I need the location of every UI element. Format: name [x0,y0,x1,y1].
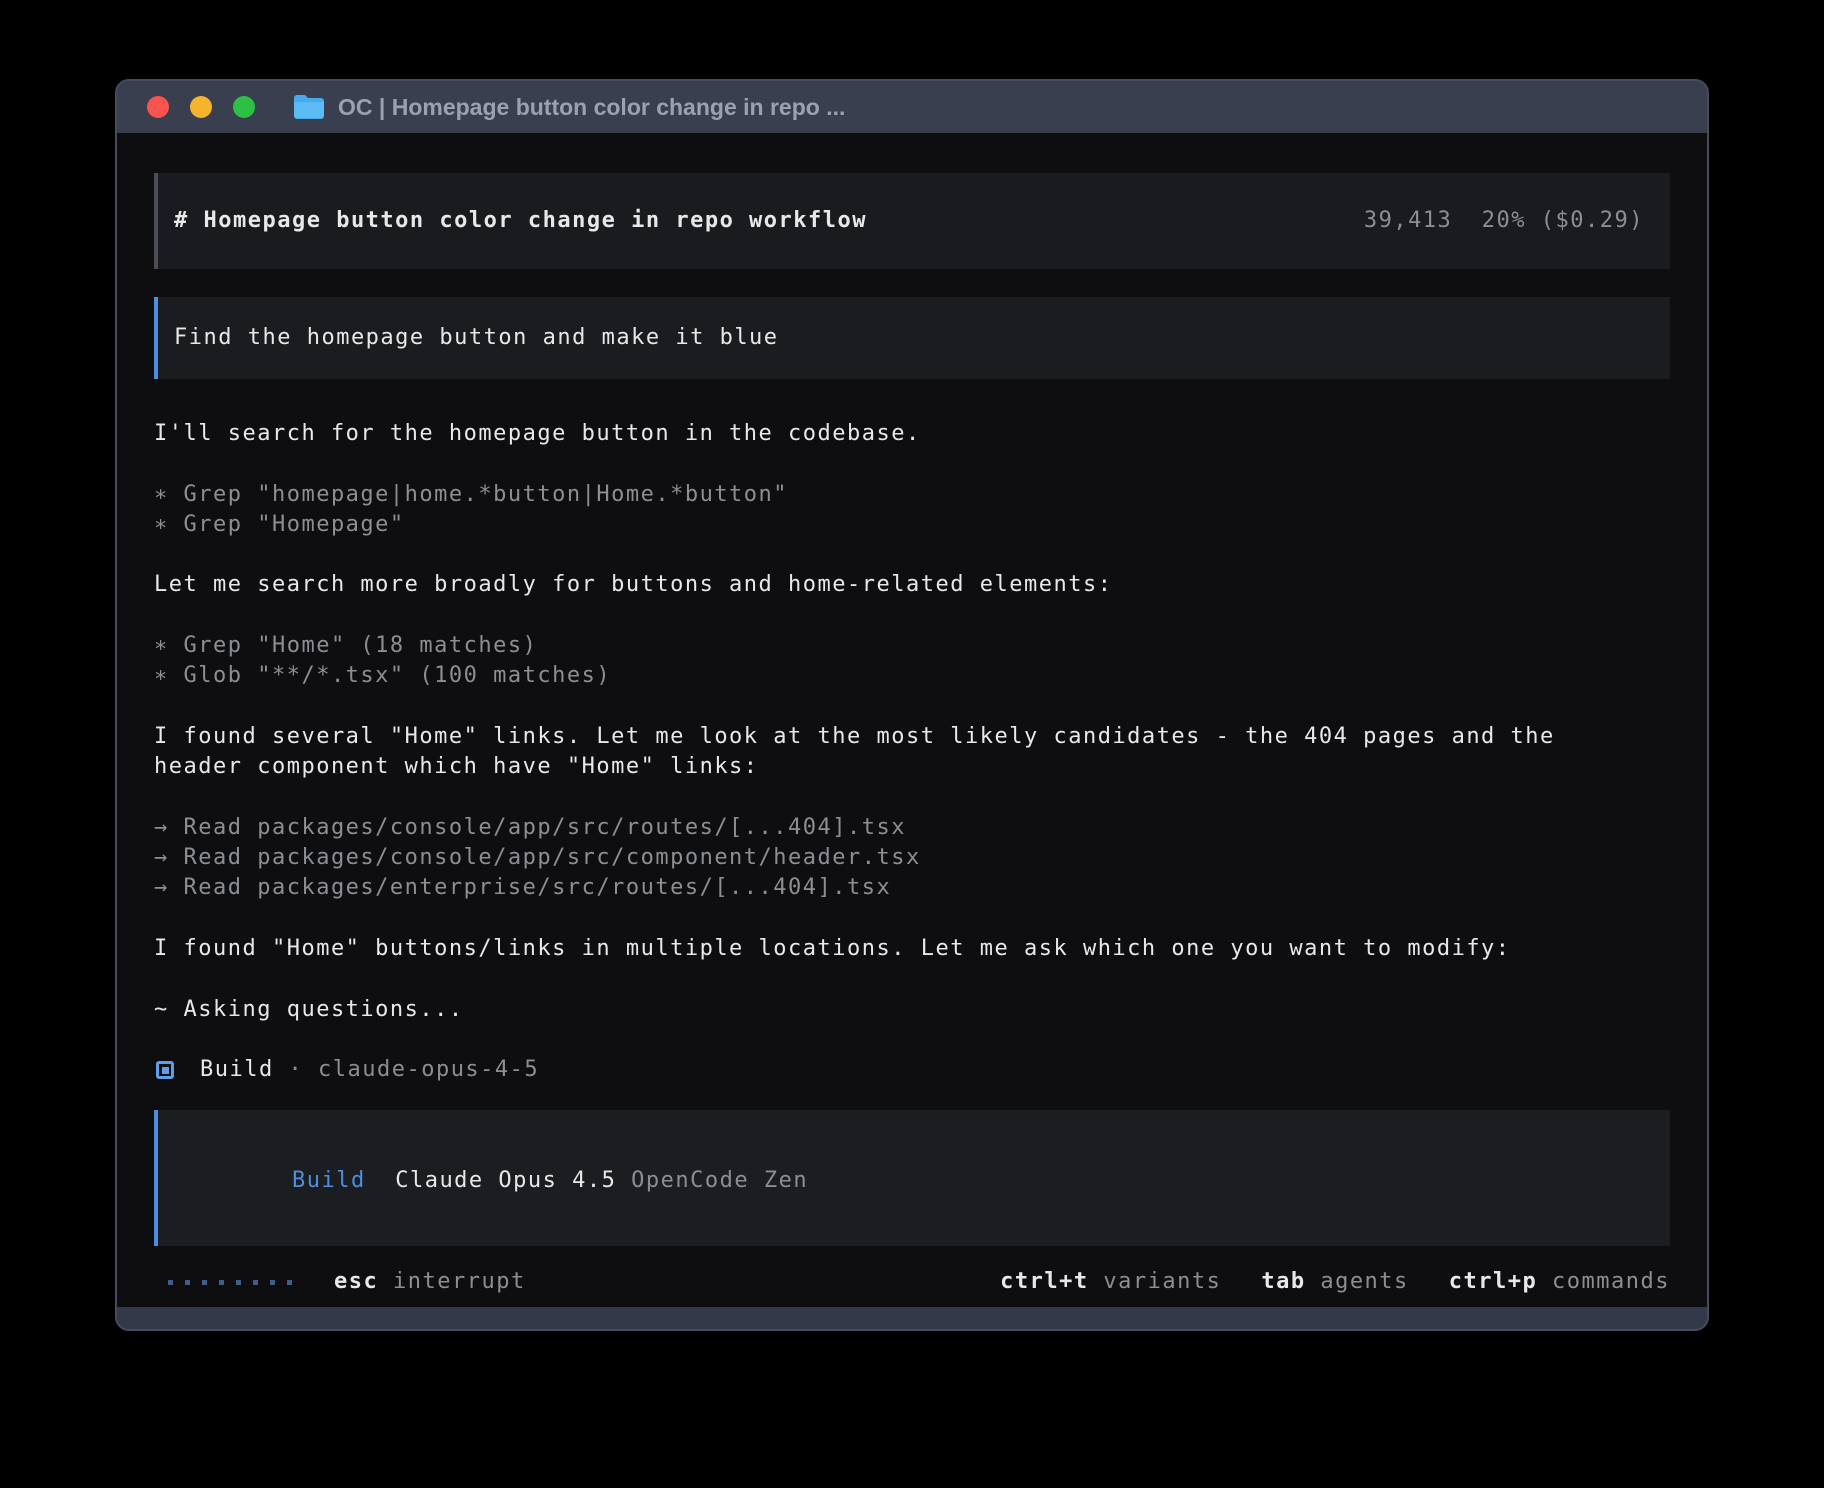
session-title: # Homepage button color change in repo w… [174,206,867,236]
log-line: → Read packages/console/app/src/componen… [154,843,1670,873]
window-title: OC | Homepage button color change in rep… [338,94,845,121]
shortcut-agents: tab agents [1261,1267,1408,1297]
spinner-dot [202,1280,207,1285]
close-button[interactable] [147,96,169,118]
log-line: ∗ Grep "homepage|home.*button|Home.*butt… [154,480,1670,510]
log-line: ∗ Grep "Home" (18 matches) [154,631,1670,661]
spinner-dot [219,1280,224,1285]
tool-call-block: ∗ Grep "Home" (18 matches)∗ Glob "**/*.t… [154,631,1670,692]
conversation-log: I'll search for the homepage button in t… [154,419,1670,1025]
input-provider-label: OpenCode Zen [631,1168,808,1193]
assistant-text-block: ~ Asking questions... [154,995,1670,1025]
status-bar: esc interrupt ctrl+t variantstab agentsc… [154,1268,1670,1298]
window-bottom-edge [117,1307,1707,1329]
log-line: I found several "Home" links. Let me loo… [154,722,1670,752]
minimize-button[interactable] [190,96,212,118]
log-line: I'll search for the homepage button in t… [154,419,1670,449]
spinner-dot [185,1280,190,1285]
log-line: header component which have "Home" links… [154,752,1670,782]
tool-call-block: → Read packages/console/app/src/routes/[… [154,813,1670,904]
session-header: # Homepage button color change in repo w… [154,173,1670,269]
user-message: Find the homepage button and make it blu… [154,297,1670,379]
agent-separator: · [274,1055,318,1085]
agent-name: Build [200,1055,274,1085]
spinner-dot [253,1280,258,1285]
log-line: → Read packages/enterprise/src/routes/[.… [154,873,1670,903]
input-agent-label: Build [292,1168,366,1193]
session-stats: 39,413 20% ($0.29) [1364,206,1644,236]
traffic-lights [147,96,255,118]
log-line: Let me search more broadly for buttons a… [154,570,1670,600]
input-meta-row: Build Claude Opus 4.5 OpenCode Zen [174,1136,1654,1227]
zoom-button[interactable] [233,96,255,118]
log-line: ~ Asking questions... [154,995,1670,1025]
input-model-label: Claude Opus 4.5 [395,1168,616,1193]
window-titlebar[interactable]: OC | Homepage button color change in rep… [117,81,1707,133]
assistant-text-block: I'll search for the homepage button in t… [154,419,1670,449]
shortcut-commands: ctrl+p commands [1449,1267,1670,1297]
shortcut-variants: ctrl+t variants [1000,1267,1221,1297]
terminal-content: # Homepage button color change in repo w… [117,133,1707,1307]
terminal-window: OC | Homepage button color change in rep… [115,79,1709,1331]
log-line: → Read packages/console/app/src/routes/[… [154,813,1670,843]
spinner-dots [168,1280,292,1285]
spinner-dot [236,1280,241,1285]
build-agent-icon [156,1061,174,1079]
status-right: ctrl+t variants tab agents ctrl+p commands [1000,1267,1670,1297]
tool-call-block: ∗ Grep "homepage|home.*button|Home.*butt… [154,480,1670,541]
spinner-dot [287,1280,292,1285]
shortcut-interrupt: esc interrupt [334,1267,526,1297]
log-line: ∗ Glob "**/*.tsx" (100 matches) [154,661,1670,691]
user-message-text: Find the homepage button and make it blu… [174,323,779,353]
spinner-dot [168,1280,173,1285]
folder-icon [293,94,325,120]
status-left: esc interrupt [154,1267,526,1297]
assistant-text-block: I found "Home" buttons/links in multiple… [154,934,1670,964]
assistant-text-block: Let me search more broadly for buttons a… [154,570,1670,600]
agent-status-line: Build · claude-opus-4-5 [154,1055,1670,1085]
prompt-input[interactable]: Build Claude Opus 4.5 OpenCode Zen [154,1110,1670,1246]
agent-model: claude-opus-4-5 [318,1055,539,1085]
log-line: I found "Home" buttons/links in multiple… [154,934,1670,964]
spinner-dot [270,1280,275,1285]
assistant-text-block: I found several "Home" links. Let me loo… [154,722,1670,783]
log-line: ∗ Grep "Homepage" [154,510,1670,540]
